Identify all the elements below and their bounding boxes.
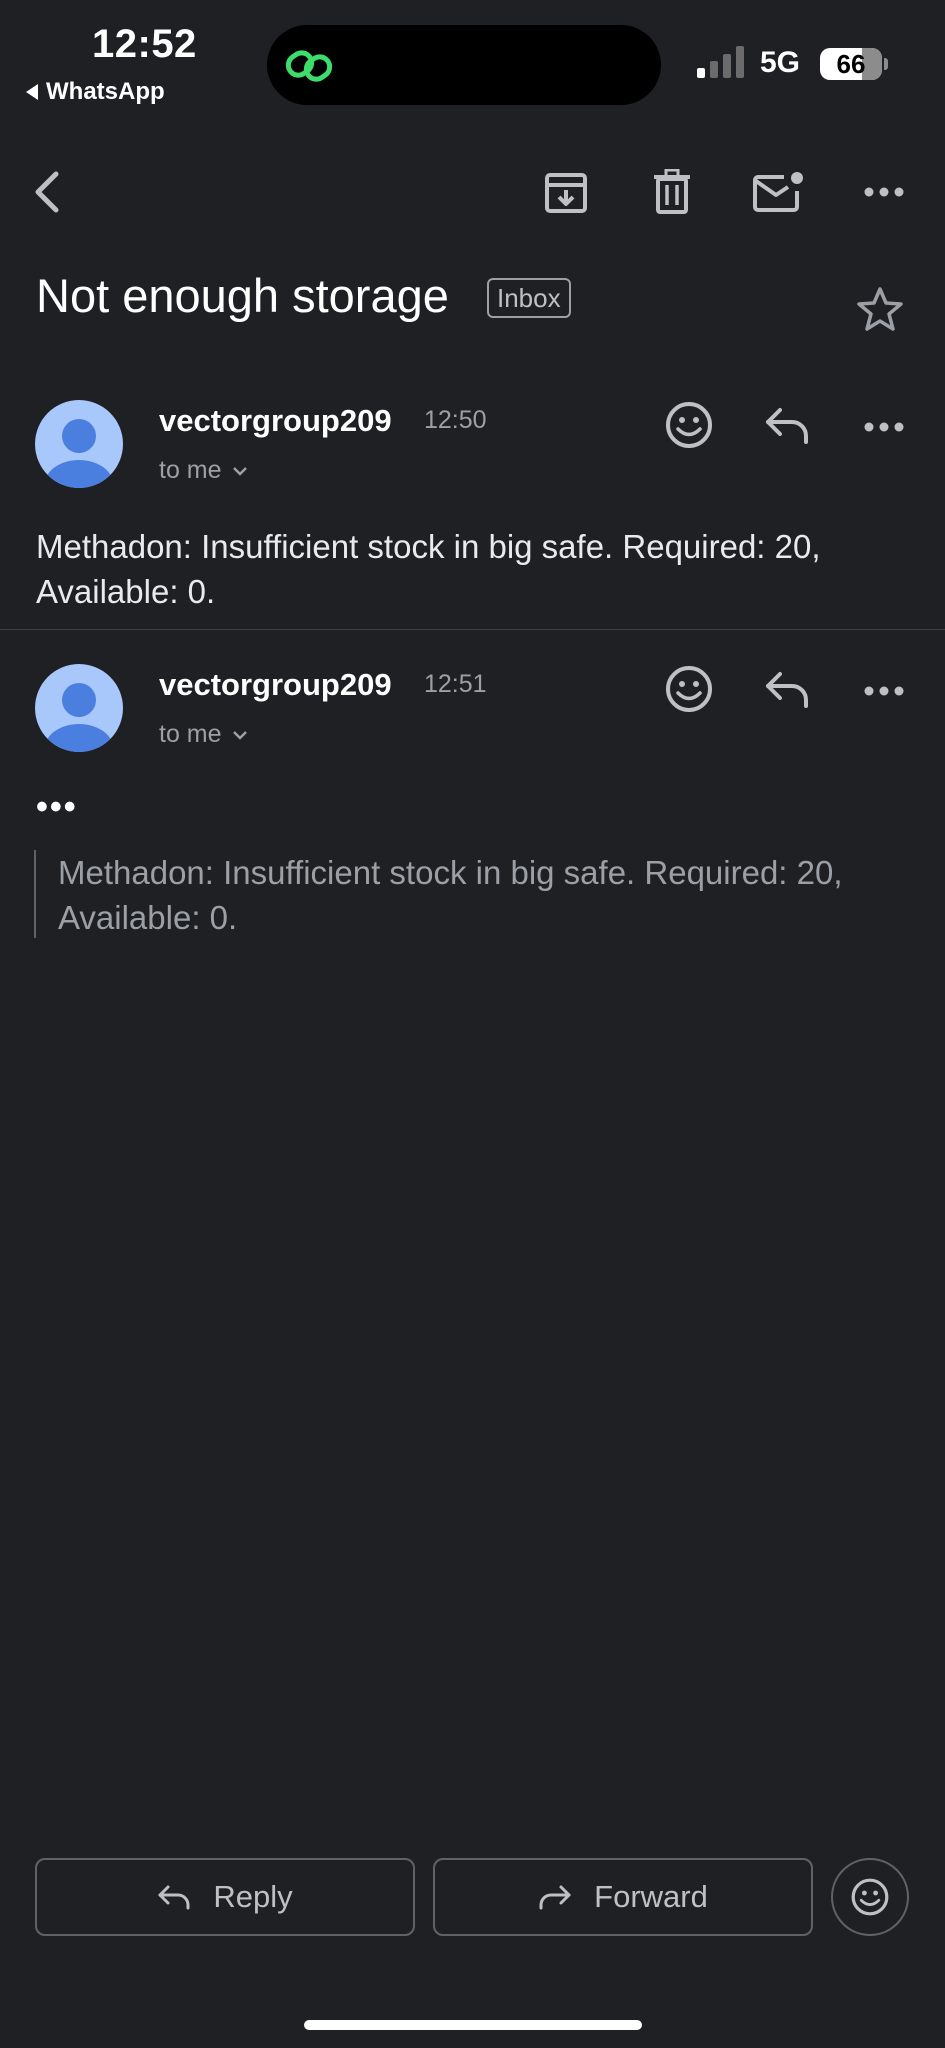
- back-button[interactable]: [16, 160, 80, 224]
- sender-avatar[interactable]: [35, 664, 123, 752]
- show-trimmed-content-button[interactable]: •••: [36, 788, 78, 827]
- reply-icon: [158, 1885, 190, 1910]
- message-time: 12:51: [424, 670, 487, 698]
- sender-avatar[interactable]: [35, 400, 123, 488]
- sender-name[interactable]: vectorgroup209: [159, 403, 392, 439]
- mark-unread-icon: [753, 172, 803, 212]
- back-triangle-icon: [26, 84, 38, 100]
- quote-bar: [34, 850, 36, 938]
- email-subject: Not enough storage: [36, 269, 449, 322]
- link-chain-icon: [285, 50, 333, 82]
- back-to-app-link[interactable]: WhatsApp: [26, 78, 165, 106]
- message-body: Methadon: Insufficient stock in big safe…: [36, 528, 821, 610]
- battery-level: 66: [836, 48, 866, 79]
- person-icon: [45, 419, 113, 488]
- forward-button-label: Forward: [594, 1879, 708, 1914]
- react-button[interactable]: [664, 664, 714, 719]
- back-icon: [35, 171, 59, 213]
- react-footer-button[interactable]: [831, 1858, 909, 1936]
- reply-button[interactable]: [764, 406, 810, 449]
- mark-unread-button[interactable]: [746, 160, 810, 224]
- battery-tip: [884, 58, 888, 70]
- network-type: 5G: [760, 46, 801, 79]
- reply-button-label: Reply: [213, 1879, 293, 1914]
- emoji-icon: [666, 402, 712, 448]
- delete-button[interactable]: [640, 160, 704, 224]
- chevron-down-icon: [232, 466, 247, 476]
- battery-indicator: 66: [820, 48, 882, 80]
- sender-name[interactable]: vectorgroup209: [159, 667, 392, 703]
- more-icon: [864, 686, 904, 696]
- person-icon: [45, 683, 113, 752]
- quoted-text: Methadon: Insufficient stock in big safe…: [58, 854, 843, 936]
- archive-button[interactable]: [534, 160, 598, 224]
- react-button[interactable]: [664, 400, 714, 455]
- emoji-icon: [851, 1878, 889, 1916]
- forward-icon: [539, 1885, 571, 1910]
- home-indicator[interactable]: [304, 2020, 642, 2030]
- message-divider: [0, 629, 945, 630]
- recipient-details-toggle[interactable]: to me: [159, 456, 248, 485]
- reply-icon: [766, 672, 808, 708]
- recipient-details-toggle[interactable]: to me: [159, 720, 248, 749]
- emoji-icon: [666, 666, 712, 712]
- more-options-button[interactable]: [852, 160, 916, 224]
- message-more-button[interactable]: [864, 684, 904, 702]
- star-icon: [857, 287, 903, 331]
- back-app-label: WhatsApp: [46, 78, 165, 105]
- chevron-down-icon: [232, 730, 247, 740]
- trash-icon: [654, 169, 690, 214]
- recipient-label: to me: [159, 720, 222, 748]
- reply-all-footer-button[interactable]: Reply: [35, 1858, 415, 1936]
- signal-icon: [697, 46, 744, 78]
- more-icon: [864, 187, 904, 197]
- inbox-label-chip[interactable]: Inbox: [487, 278, 571, 318]
- forward-footer-button[interactable]: Forward: [433, 1858, 813, 1936]
- archive-icon: [545, 173, 587, 213]
- star-button[interactable]: [856, 286, 904, 337]
- recipient-label: to me: [159, 456, 222, 484]
- reply-icon: [766, 408, 808, 444]
- message-time: 12:50: [424, 406, 487, 434]
- message-more-button[interactable]: [864, 420, 904, 438]
- status-time: 12:52: [92, 22, 197, 66]
- more-icon: [864, 422, 904, 432]
- reply-button[interactable]: [764, 670, 810, 713]
